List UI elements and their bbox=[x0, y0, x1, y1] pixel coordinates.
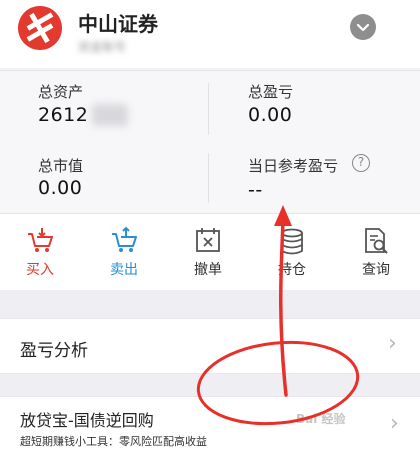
promo-subtitle: 超短期赚钱小工具：零风险匹配高收益 bbox=[20, 435, 207, 448]
doc-search-icon bbox=[365, 228, 388, 254]
cart-up-icon bbox=[112, 226, 137, 252]
redaction-mask bbox=[92, 104, 128, 126]
sell-button[interactable]: 卖出 bbox=[94, 214, 154, 290]
positions-label: 持仓 bbox=[278, 262, 306, 278]
asset-summary-panel: 总资产 2612 总盈亏 0.00 总市值 0.00 当日参考盈亏 ? -- bbox=[0, 70, 420, 214]
cart-down-icon bbox=[28, 228, 53, 252]
help-icon[interactable]: ? bbox=[352, 154, 370, 172]
account-dropdown-button[interactable] bbox=[350, 14, 376, 40]
market-value-value: 0.00 bbox=[38, 177, 83, 199]
chevron-right-icon: › bbox=[390, 411, 399, 436]
pnl-analysis-label: 盈亏分析 bbox=[20, 341, 88, 361]
query-label: 查询 bbox=[362, 262, 390, 278]
buy-label: 买入 bbox=[26, 262, 54, 278]
promo-title: 放贷宝-国债逆回购 bbox=[20, 411, 154, 430]
column-divider bbox=[208, 83, 209, 135]
daily-pnl-label: 当日参考盈亏 bbox=[248, 157, 339, 175]
market-value-label: 总市值 bbox=[38, 157, 84, 175]
trade-action-bar: 买入 卖出 撤单 持仓 查询 bbox=[0, 214, 420, 290]
total-assets-label: 总资产 bbox=[38, 83, 84, 101]
positions-button[interactable]: 持仓 bbox=[262, 214, 322, 290]
sell-label: 卖出 bbox=[110, 262, 138, 278]
brand-name: 中山证券 bbox=[78, 12, 158, 36]
query-button[interactable]: 查询 bbox=[346, 214, 406, 290]
section-gap bbox=[0, 290, 420, 318]
column-divider bbox=[208, 153, 209, 203]
chevron-down-icon bbox=[356, 23, 370, 32]
zhongshan-logo-icon bbox=[18, 6, 62, 50]
buy-button[interactable]: 买入 bbox=[10, 214, 70, 290]
account-name: 资金账号 bbox=[78, 40, 127, 54]
pnl-analysis-row[interactable]: 盈亏分析 › bbox=[0, 318, 420, 374]
cancel-order-label: 撤单 bbox=[194, 262, 222, 278]
reverse-repo-promo-row[interactable]: 放贷宝-国债逆回购 超短期赚钱小工具：零风险匹配高收益 › bbox=[0, 396, 420, 457]
cancel-order-button[interactable]: 撤单 bbox=[178, 214, 238, 290]
total-pnl-value: 0.00 bbox=[248, 104, 293, 126]
app-header: 中山证券 资金账号 bbox=[0, 0, 420, 68]
total-assets-value: 2612 bbox=[38, 104, 89, 126]
chevron-right-icon: › bbox=[388, 331, 397, 356]
daily-pnl-value: -- bbox=[248, 179, 263, 201]
baidu-jingyan-watermark: Bai 经验 bbox=[296, 412, 346, 426]
coin-stack-icon bbox=[281, 228, 303, 255]
total-pnl-label: 总盈亏 bbox=[248, 83, 294, 101]
section-gap bbox=[0, 374, 420, 396]
cancel-order-icon bbox=[196, 228, 220, 252]
